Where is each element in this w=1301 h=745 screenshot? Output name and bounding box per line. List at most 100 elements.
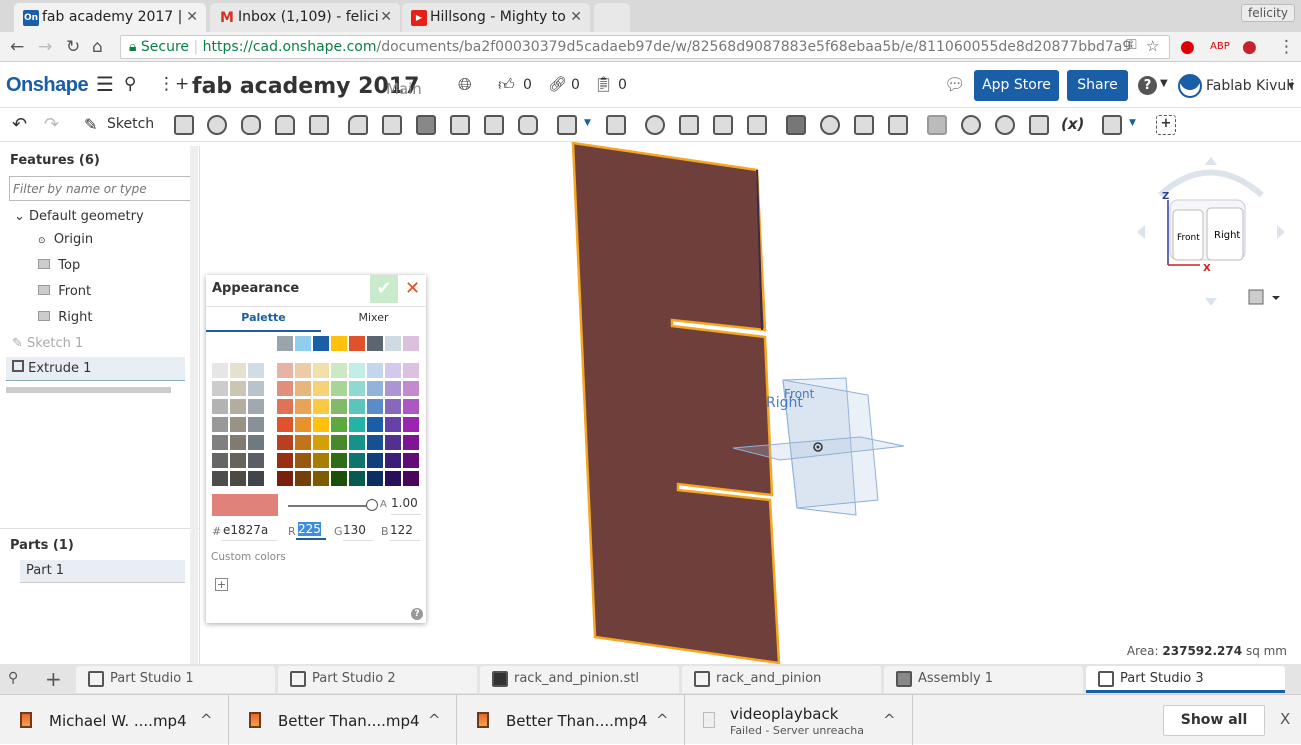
gray-swatch[interactable] bbox=[212, 453, 228, 468]
copy-icon[interactable]: 📋︎ bbox=[594, 75, 613, 93]
alpha-slider-handle[interactable] bbox=[366, 499, 378, 511]
sketch-button[interactable]: Sketch bbox=[107, 116, 154, 132]
help-dropdown-icon[interactable]: ▼ bbox=[1160, 78, 1168, 89]
color-swatch[interactable] bbox=[277, 453, 293, 468]
color-swatch[interactable] bbox=[295, 399, 311, 414]
loft-icon[interactable] bbox=[275, 115, 295, 135]
confirm-check-button[interactable]: ✔ bbox=[370, 275, 398, 303]
view-cube[interactable]: Front Right Z X bbox=[1137, 157, 1285, 306]
chevron-up-icon[interactable]: ^ bbox=[200, 711, 213, 729]
color-swatch[interactable] bbox=[367, 381, 383, 396]
menu-icon[interactable]: ⋮ bbox=[1278, 37, 1295, 57]
color-swatch[interactable] bbox=[403, 381, 419, 396]
tab-part-studio-2[interactable]: Part Studio 2 bbox=[278, 666, 477, 693]
gray-swatch[interactable] bbox=[248, 435, 264, 450]
color-swatch[interactable] bbox=[403, 399, 419, 414]
help-icon[interactable]: ? bbox=[411, 608, 423, 620]
undo-icon[interactable]: ↶ bbox=[12, 114, 27, 135]
download-item[interactable]: Better Than....mp4 ^ bbox=[229, 695, 457, 745]
color-swatch[interactable] bbox=[331, 417, 347, 432]
fillet-icon[interactable] bbox=[348, 115, 368, 135]
g-input[interactable]: 130 bbox=[343, 523, 373, 541]
gray-swatch[interactable] bbox=[230, 417, 246, 432]
pinterest-icon[interactable]: ● bbox=[1242, 37, 1257, 57]
color-swatch[interactable] bbox=[295, 453, 311, 468]
tab-part-studio-1[interactable]: Part Studio 1 bbox=[76, 666, 275, 693]
mate-connector-icon[interactable] bbox=[995, 115, 1015, 135]
hamburger-menu-icon[interactable]: ☰ bbox=[96, 72, 114, 96]
default-geometry-folder[interactable]: ⌄ Default geometry bbox=[14, 206, 200, 230]
replace-face-icon[interactable] bbox=[888, 115, 908, 135]
feature-extrude-1[interactable]: Extrude 1 bbox=[6, 357, 185, 381]
color-swatch[interactable] bbox=[403, 336, 419, 351]
feature-filter-input[interactable] bbox=[9, 176, 191, 201]
color-swatch[interactable] bbox=[349, 435, 365, 450]
color-swatch[interactable] bbox=[367, 471, 383, 486]
color-swatch[interactable] bbox=[313, 363, 329, 378]
color-swatch[interactable] bbox=[367, 435, 383, 450]
reload-icon[interactable]: ↻ bbox=[66, 37, 80, 57]
new-tab-button[interactable] bbox=[594, 3, 630, 32]
add-custom-color-button[interactable]: + bbox=[215, 578, 228, 591]
chevron-up-icon[interactable]: ^ bbox=[656, 711, 669, 729]
color-swatch[interactable] bbox=[313, 336, 329, 351]
color-swatch[interactable] bbox=[331, 471, 347, 486]
modify-fillet-icon[interactable] bbox=[786, 115, 806, 135]
color-swatch[interactable] bbox=[295, 471, 311, 486]
hole-icon[interactable] bbox=[518, 115, 538, 135]
color-swatch[interactable] bbox=[385, 471, 401, 486]
gray-swatch[interactable] bbox=[248, 381, 264, 396]
comment-icon[interactable]: 💬︎ bbox=[944, 75, 966, 95]
download-item[interactable]: Better Than....mp4 ^ bbox=[457, 695, 685, 745]
color-swatch[interactable] bbox=[295, 417, 311, 432]
color-swatch[interactable] bbox=[313, 399, 329, 414]
tab-part-studio-3[interactable]: Part Studio 3 bbox=[1086, 666, 1285, 693]
gray-swatch[interactable] bbox=[248, 363, 264, 378]
gray-swatch[interactable] bbox=[248, 471, 264, 486]
onshape-logo[interactable]: Onshape bbox=[6, 74, 89, 97]
gray-swatch[interactable] bbox=[230, 471, 246, 486]
browser-tab-youtube[interactable]: ▶ Hillsong - Mighty to ✕ bbox=[402, 3, 590, 32]
color-swatch[interactable] bbox=[295, 336, 311, 351]
close-downloads-button[interactable]: X bbox=[1280, 710, 1290, 728]
color-swatch[interactable] bbox=[313, 435, 329, 450]
color-swatch[interactable] bbox=[385, 453, 401, 468]
gray-swatch[interactable] bbox=[212, 435, 228, 450]
redo-icon[interactable]: ↷ bbox=[44, 114, 59, 135]
gray-swatch[interactable] bbox=[248, 453, 264, 468]
key-icon[interactable]: ⚿ bbox=[1126, 37, 1137, 53]
tab-rack-and-pinion[interactable]: rack_and_pinion bbox=[682, 666, 881, 693]
color-swatch[interactable] bbox=[385, 435, 401, 450]
chevron-up-icon[interactable]: ^ bbox=[883, 711, 896, 729]
split-icon[interactable] bbox=[679, 115, 699, 135]
move-face-icon[interactable] bbox=[854, 115, 874, 135]
color-swatch[interactable] bbox=[403, 471, 419, 486]
user-avatar[interactable] bbox=[1178, 74, 1202, 98]
bookmark-star-icon[interactable]: ☆ bbox=[1146, 37, 1159, 55]
transform-icon[interactable] bbox=[713, 115, 733, 135]
b-input[interactable]: 122 bbox=[390, 523, 420, 541]
color-swatch[interactable] bbox=[331, 453, 347, 468]
color-swatch[interactable] bbox=[403, 417, 419, 432]
feature-sketch-1[interactable]: ✎ Sketch 1 bbox=[12, 333, 198, 357]
color-swatch[interactable] bbox=[349, 471, 365, 486]
alpha-slider-track[interactable] bbox=[288, 505, 372, 507]
insert-icon[interactable]: ⋮+ bbox=[158, 74, 189, 94]
user-dropdown-icon[interactable]: ▼ bbox=[1288, 81, 1294, 90]
pattern-dropdown-icon[interactable]: ▼ bbox=[584, 118, 591, 128]
chamfer-icon[interactable] bbox=[382, 115, 402, 135]
helix-icon[interactable] bbox=[961, 115, 981, 135]
part-item[interactable]: Part 1 bbox=[20, 560, 185, 583]
color-swatch[interactable] bbox=[349, 363, 365, 378]
gray-swatch[interactable] bbox=[212, 381, 228, 396]
color-swatch[interactable] bbox=[403, 453, 419, 468]
add-custom-feature-icon[interactable]: + bbox=[1156, 115, 1176, 135]
browser-tab-onshape[interactable]: On fab academy 2017 | ✕ bbox=[14, 3, 206, 32]
color-swatch[interactable] bbox=[331, 399, 347, 414]
thicken-icon[interactable] bbox=[309, 115, 329, 135]
color-swatch[interactable] bbox=[295, 381, 311, 396]
gray-swatch[interactable] bbox=[248, 399, 264, 414]
user-name[interactable]: Fablab Kivuli bbox=[1206, 78, 1294, 94]
color-swatch[interactable] bbox=[331, 381, 347, 396]
gray-swatch[interactable] bbox=[230, 453, 246, 468]
